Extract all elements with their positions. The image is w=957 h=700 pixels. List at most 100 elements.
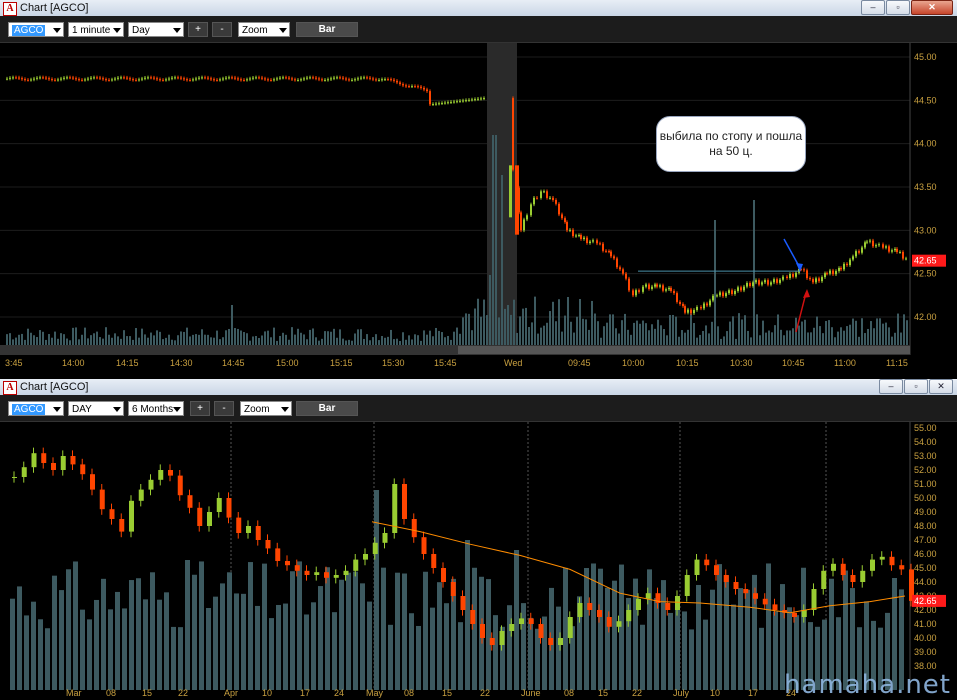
volume-bar	[711, 321, 713, 345]
zoom-out-button[interactable]: -	[214, 401, 234, 416]
candle	[111, 79, 113, 81]
candle	[336, 77, 338, 79]
interval-select[interactable]: DAY	[68, 401, 124, 416]
candle	[840, 563, 846, 575]
volume-bar	[252, 336, 254, 345]
volume-bar	[219, 339, 221, 345]
minimize-button[interactable]: –	[861, 0, 885, 15]
intraday-price-chart[interactable]: 45.00 44.50 44.00 43.50 43.00 42.50 42.00 42.65…	[0, 43, 957, 378]
candle	[414, 86, 416, 88]
daily-price-chart[interactable]: 55.00 54.00 53.00 52.00 51.00 50.00 49.00 48.00…	[0, 422, 957, 700]
volume-bar	[297, 328, 299, 345]
volume-bar	[243, 332, 245, 345]
range-value: 6 Months	[132, 404, 174, 415]
candle	[153, 77, 155, 79]
range-select[interactable]: Day	[128, 22, 184, 37]
candle	[213, 79, 215, 81]
volume-bar	[150, 572, 155, 690]
restore-button[interactable]: ▫	[904, 379, 928, 394]
volume-bar	[283, 603, 288, 690]
candle	[453, 101, 455, 103]
candle	[706, 303, 708, 306]
candle	[752, 282, 754, 287]
zoom-out-button[interactable]: -	[212, 22, 232, 37]
volume-bar	[27, 328, 29, 345]
zoom-in-button[interactable]: +	[190, 401, 210, 416]
candle	[782, 276, 784, 280]
window-titlebar[interactable]: A Chart [AGCO] – ▫ ✕	[0, 0, 957, 16]
volume-bar	[372, 337, 374, 345]
candle	[676, 293, 678, 302]
zoom-in-button[interactable]: +	[188, 22, 208, 37]
chart-style-button[interactable]: Bar	[296, 401, 358, 416]
volume-bar	[468, 313, 470, 345]
symbol-select[interactable]: AGCO	[8, 401, 64, 416]
restore-button[interactable]: ▫	[886, 0, 910, 15]
volume-bar	[249, 340, 251, 345]
volume-bar	[555, 321, 557, 345]
candle	[158, 470, 164, 480]
volume-bar	[759, 627, 764, 690]
candle	[548, 638, 554, 645]
x-tick-label: 14:45	[222, 358, 245, 368]
x-tick-label: 22	[178, 688, 188, 698]
minimize-button[interactable]: –	[879, 379, 903, 394]
candle	[578, 235, 580, 237]
candle	[273, 79, 275, 81]
volume-bar	[882, 323, 884, 345]
candle	[846, 263, 848, 266]
volume-bar	[801, 321, 803, 345]
candle	[684, 306, 686, 313]
candle	[264, 78, 266, 80]
volume-bar	[60, 333, 62, 345]
volume-bar	[861, 318, 863, 345]
candle	[207, 512, 212, 526]
volume-bar	[699, 334, 701, 345]
volume-bar	[241, 593, 246, 690]
volume-bar	[906, 320, 908, 345]
symbol-select[interactable]: AGCO	[8, 22, 64, 37]
interval-select[interactable]: 1 minute	[68, 22, 124, 37]
volume-bar	[31, 601, 36, 690]
candle	[357, 78, 359, 80]
zoom-select[interactable]: Zoom	[238, 22, 290, 37]
volume-bar	[438, 330, 440, 345]
window-titlebar[interactable]: A Chart [AGCO] – ▫ ✕	[0, 379, 957, 395]
volume-bar	[630, 334, 632, 345]
volume-bar	[120, 338, 122, 345]
volume-bar	[521, 603, 526, 690]
volume-bar	[750, 337, 752, 345]
range-select[interactable]: 6 Months	[128, 401, 184, 416]
candle	[249, 78, 251, 80]
volume-bar	[792, 328, 794, 345]
chevron-down-icon	[281, 407, 289, 412]
candle	[462, 100, 464, 102]
volume-bar	[654, 598, 659, 690]
volume-bar	[234, 328, 236, 345]
candle	[226, 498, 232, 518]
volume-bar	[873, 328, 875, 345]
x-tick-label: 08	[106, 688, 116, 698]
volume-bar	[819, 326, 821, 345]
x-tick-label: 14:15	[116, 358, 139, 368]
candle	[675, 596, 680, 610]
volume-bar	[594, 313, 596, 345]
zoom-select[interactable]: Zoom	[240, 401, 292, 416]
volume-bar	[303, 334, 305, 345]
candle	[734, 291, 736, 295]
close-button[interactable]: ✕	[911, 0, 953, 15]
volume-bar	[828, 320, 830, 345]
volume-bar	[276, 604, 281, 690]
volume-bar	[738, 313, 740, 345]
volume-bar	[405, 339, 407, 345]
candle	[129, 78, 131, 80]
close-button[interactable]: ✕	[929, 379, 953, 394]
chart-style-button[interactable]: Bar	[296, 22, 358, 37]
volume-bar	[237, 328, 239, 345]
candle	[889, 556, 895, 566]
x-tick-label: 3:45	[5, 358, 23, 368]
candle	[429, 91, 431, 105]
plot-background	[0, 43, 910, 343]
y-tick-label: 49.00	[914, 507, 937, 517]
volume-bar	[99, 337, 101, 345]
